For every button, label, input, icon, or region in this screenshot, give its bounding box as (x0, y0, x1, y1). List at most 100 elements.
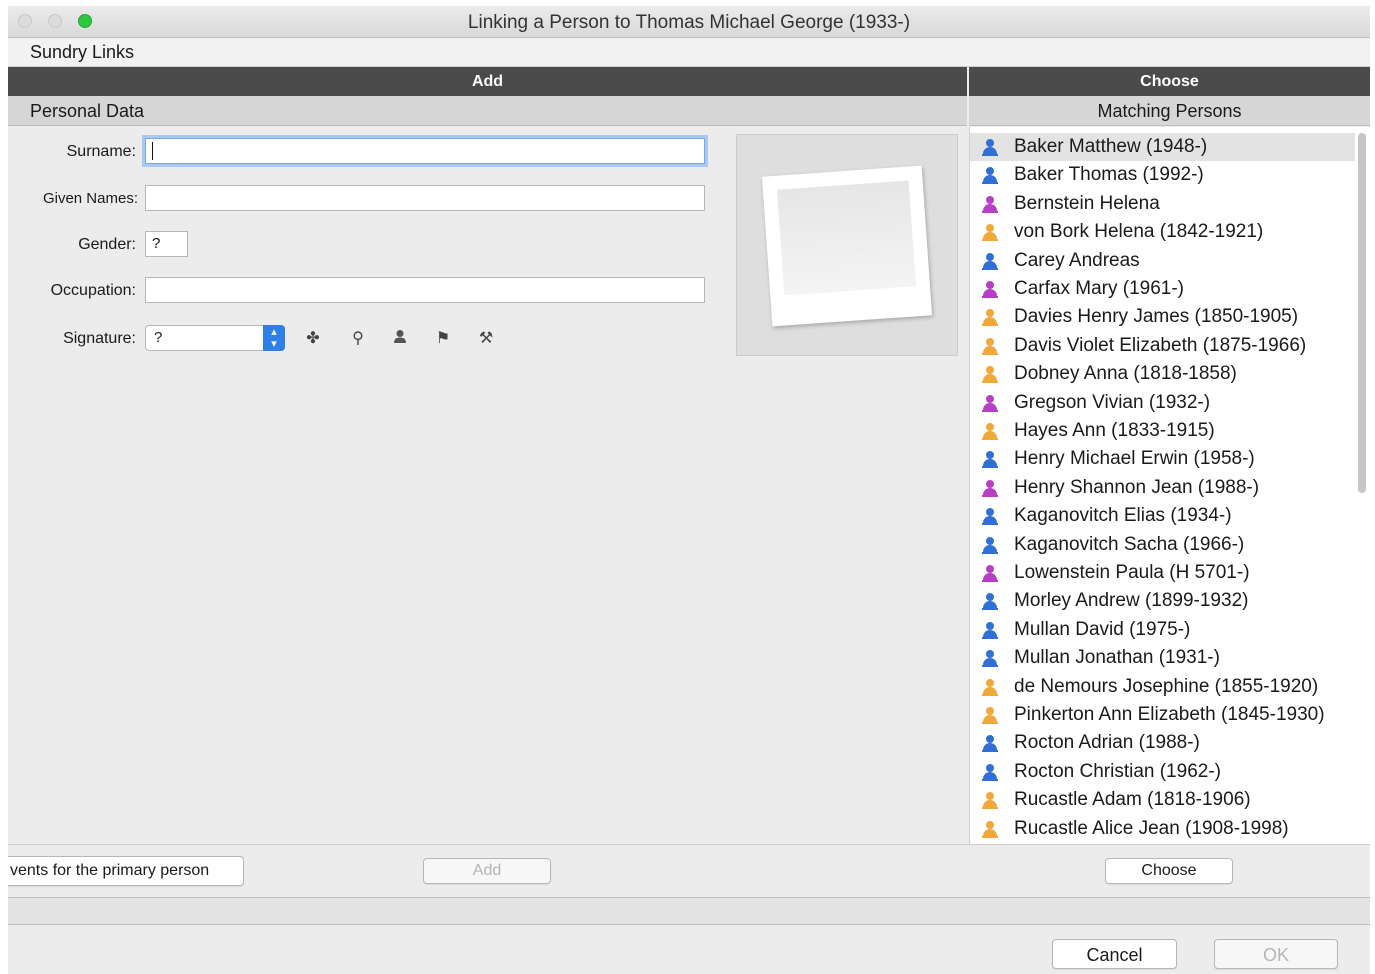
cancel-button[interactable]: Cancel (1052, 939, 1177, 969)
male-person-icon (982, 451, 998, 469)
person-list-item[interactable]: Pinkerton Ann Elizabeth (1845-1930) (970, 701, 1355, 729)
ok-button[interactable]: OK (1214, 939, 1338, 969)
photo-well[interactable] (736, 134, 958, 356)
birth-icon[interactable]: ✤ (303, 329, 323, 349)
male-person-icon (982, 252, 998, 270)
choose-button[interactable]: Choose (1105, 858, 1233, 884)
window-title: Linking a Person to Thomas Michael Georg… (467, 12, 911, 33)
person-list-item[interactable]: Kaganovitch Elias (1934-) (970, 502, 1355, 530)
male-person-icon (982, 139, 998, 156)
person-list-item[interactable]: Henry Shannon Jean (1988-) (970, 474, 1355, 502)
male-person-icon (982, 508, 998, 526)
person-list-item[interactable]: Kaganovitch Sacha (1966-) (970, 531, 1355, 559)
surname-input[interactable] (145, 138, 705, 164)
photo-placeholder-icon (761, 165, 933, 327)
person-name: Henry Shannon Jean (1988-) (1014, 476, 1260, 498)
unknown-person-icon (982, 707, 998, 724)
person-name: Davis Violet Elizabeth (1875-1966) (1014, 334, 1307, 356)
male-person-icon (982, 593, 998, 611)
male-person-icon (982, 167, 998, 185)
unknown-person-icon (982, 224, 998, 242)
person-name: Rocton Christian (1962-) (1014, 760, 1221, 782)
unknown-person-icon (982, 678, 998, 696)
person-list-item[interactable]: Henry Michael Erwin (1958-) (970, 445, 1355, 473)
person-name: Carey Andreas (1014, 249, 1140, 271)
person-name: Morley Andrew (1899-1932) (1014, 590, 1249, 612)
events-primary-person-button[interactable]: vents for the primary person (8, 856, 244, 886)
male-person-icon (982, 763, 998, 781)
person-list-item[interactable]: Rocton Christian (1962-) (970, 758, 1355, 786)
person-list-item[interactable]: von Bork Helena (1842-1921) (970, 218, 1355, 246)
person-list-item[interactable]: Baker Thomas (1992-) (970, 161, 1355, 189)
gender-input[interactable]: ? (145, 231, 188, 257)
male-person-icon (982, 621, 998, 639)
unknown-person-icon (982, 366, 998, 384)
matching-persons-list[interactable]: Baker Matthew (1948-) Baker Thomas (1992-… (969, 127, 1370, 844)
person-name: Dobney Anna (1818-1858) (1014, 363, 1237, 385)
person-list-item[interactable]: Dobney Anna (1818-1858) (970, 360, 1355, 388)
person-name: Rucastle Adam (1818-1906) (1014, 789, 1251, 811)
gender-label: Gender: (78, 236, 136, 253)
person-name: Mullan Jonathan (1931-) (1014, 647, 1220, 669)
person-list-item[interactable]: Davis Violet Elizabeth (1875-1966) (970, 332, 1355, 360)
given-names-input[interactable] (145, 185, 705, 211)
male-person-icon (982, 536, 998, 554)
person-name: Pinkerton Ann Elizabeth (1845-1930) (1014, 704, 1325, 725)
given-names-label: Given Names: (42, 190, 138, 207)
person-list-item[interactable]: Gregson Vivian (1932-) (970, 389, 1355, 417)
title-bar: Linking a Person to Thomas Michael Georg… (8, 6, 1370, 38)
separator-bar (8, 897, 1370, 925)
add-button[interactable]: Add (423, 858, 551, 884)
list-scrollbar[interactable] (1358, 133, 1366, 493)
male-person-icon (982, 735, 998, 753)
person-list-item[interactable]: Lowenstein Paula (H 5701-) (970, 559, 1355, 587)
dialog-window: Linking a Person to Thomas Michael Georg… (8, 6, 1370, 974)
female-person-icon (982, 281, 998, 298)
unknown-person-icon (982, 309, 998, 327)
person-icon[interactable] (390, 329, 410, 349)
person-list-item[interactable]: Bernstein Helena (970, 190, 1355, 218)
person-name: Henry Michael Erwin (1958-) (1014, 448, 1255, 470)
matching-persons-header: Matching Persons (969, 96, 1370, 126)
person-name: Hayes Ann (1833-1915) (1014, 420, 1215, 441)
person-list-item[interactable]: Rucastle Adam (1818-1906) (970, 786, 1355, 814)
unknown-person-icon (982, 820, 998, 838)
flag-icon[interactable]: ⚑ (433, 329, 453, 349)
signature-value: ? (154, 329, 163, 346)
person-list-item[interactable]: Hayes Ann (1833-1915) (970, 417, 1355, 445)
person-list-item[interactable]: Mullan David (1975-) (970, 616, 1355, 644)
person-name: Bernstein Helena (1014, 192, 1160, 214)
person-name: Carfax Mary (1961-) (1014, 278, 1184, 299)
person-list-item[interactable]: Baker Matthew (1948-) (970, 133, 1355, 161)
surname-label: Surname: (66, 143, 136, 160)
choose-panel-header: Choose (969, 67, 1370, 96)
person-list-item[interactable]: Rucastle Alice Jean (1908-1998) (970, 815, 1355, 843)
female-person-icon (982, 394, 998, 412)
gavel-icon[interactable]: ⚒ (476, 329, 496, 349)
female-person-icon (982, 565, 998, 582)
person-name: Rocton Adrian (1988-) (1014, 732, 1200, 754)
person-name: Mullan David (1975-) (1014, 618, 1191, 640)
person-name: Lowenstein Paula (H 5701-) (1014, 562, 1250, 583)
person-list-item[interactable]: de Nemours Josephine (1855-1920) (970, 673, 1355, 701)
person-name: von Bork Helena (1842-1921) (1014, 221, 1264, 243)
person-list-item[interactable]: Rocton Adrian (1988-) (970, 729, 1355, 757)
person-list-item[interactable]: Carey Andreas (970, 247, 1355, 275)
person-name: Baker Matthew (1948-) (1014, 136, 1208, 157)
unknown-person-icon (982, 423, 998, 440)
person-list-item[interactable]: Carfax Mary (1961-) (970, 275, 1355, 303)
death-icon[interactable]: ⚲ (348, 329, 368, 349)
person-name: Baker Thomas (1992-) (1014, 164, 1204, 186)
person-list-item[interactable]: Mullan Jonathan (1931-) (970, 644, 1355, 672)
person-name: Davies Henry James (1850-1905) (1014, 306, 1299, 328)
person-name: Gregson Vivian (1932-) (1014, 391, 1211, 413)
person-list-item[interactable]: Davies Henry James (1850-1905) (970, 303, 1355, 331)
occupation-input[interactable] (145, 277, 705, 303)
person-name: Kaganovitch Elias (1934-) (1014, 505, 1232, 527)
signature-label: Signature: (63, 330, 136, 347)
unknown-person-icon (982, 337, 998, 355)
person-list-item[interactable]: Morley Andrew (1899-1932) (970, 587, 1355, 615)
unknown-person-icon (982, 792, 998, 810)
signature-select[interactable]: ? ▴ ▾ (145, 325, 285, 351)
panel-divider (8, 844, 1370, 845)
